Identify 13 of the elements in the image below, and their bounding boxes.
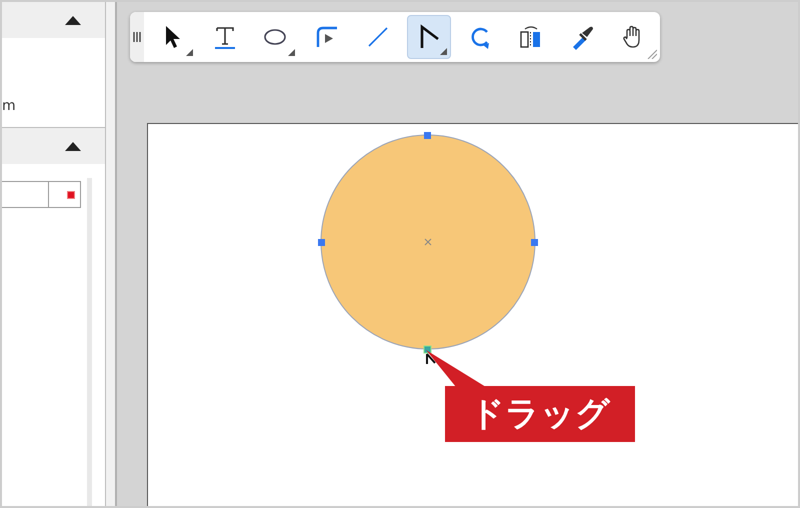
resize-grip-icon[interactable]	[647, 49, 657, 59]
submenu-corner-icon	[186, 49, 193, 56]
toolbar-grip[interactable]	[130, 12, 144, 62]
scrollbar[interactable]	[87, 178, 92, 506]
marker-icon	[68, 192, 74, 198]
collapse-arrow-icon[interactable]	[65, 15, 81, 25]
submenu-corner-icon	[440, 48, 447, 55]
callout-pointer	[426, 350, 486, 387]
tool-button[interactable]	[407, 15, 451, 59]
panel-text: m	[2, 99, 16, 113]
submenu-corner-icon	[288, 49, 295, 56]
grip-icon	[133, 32, 141, 42]
collapse-arrow-icon[interactable]	[65, 141, 81, 151]
